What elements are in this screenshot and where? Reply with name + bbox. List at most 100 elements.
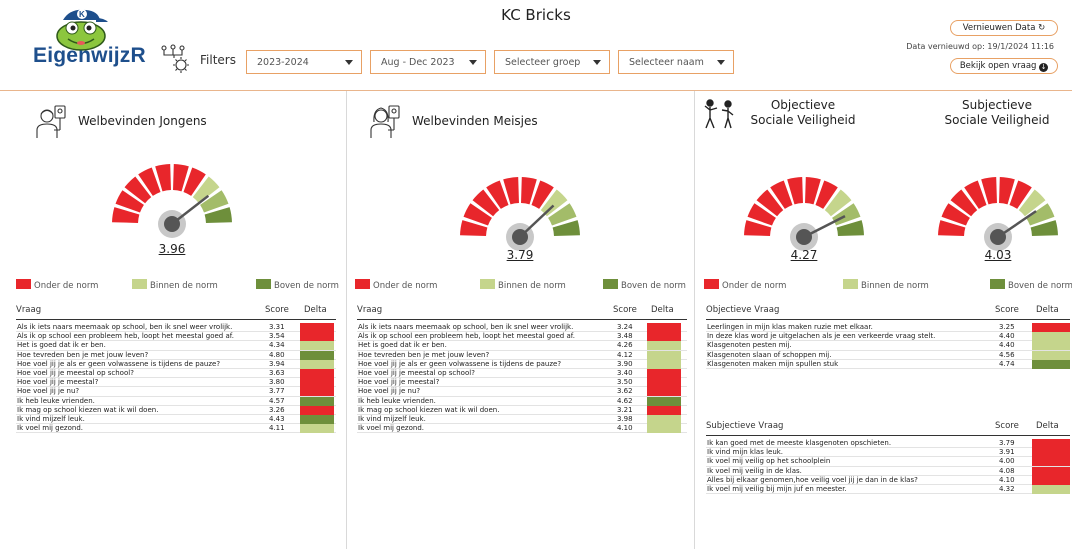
gauge-hub (796, 229, 812, 245)
column-header-score: Score (995, 421, 1019, 431)
score-value: 4.08 (999, 466, 1015, 475)
table-row: Als ik iets naars meemaak op school, ben… (357, 323, 687, 333)
legend-under: Onder de norm (355, 279, 437, 291)
question-text: Alles bij elkaar genomen,hoe veilig voel… (707, 475, 918, 484)
column-header-delta: Delta (1036, 305, 1059, 315)
question-text: Leerlingen in mijn klas maken ruzie met … (707, 323, 873, 331)
data-updated-text: Data vernieuwd op: 19/1/2024 11:16 (906, 42, 1054, 51)
chevron-down-icon (469, 60, 477, 65)
girls-gauge-value: 3.79 (506, 248, 534, 262)
refresh-data-button[interactable]: Vernieuwen Data ↻ (950, 20, 1058, 36)
table-row: Ik mag op school kiezen wat ik wil doen.… (357, 405, 687, 415)
legend-above: Boven de norm (990, 279, 1072, 291)
subjective-gauge-value: 4.03 (984, 248, 1012, 262)
score-value: 4.26 (617, 341, 633, 350)
score-value: 4.34 (269, 341, 285, 350)
period-select[interactable]: Aug - Dec 2023 (370, 50, 486, 74)
table-row: Leerlingen in mijn klas maken ruzie met … (706, 323, 1070, 333)
subjective-questions-table: Subjectieve Vraag Score Delta Ik kan goed m… (706, 421, 1070, 495)
girls-wellbeing-gauge (460, 177, 580, 251)
name-placeholder: Selecteer naam (629, 57, 704, 68)
delta-indicator-within (1032, 332, 1070, 342)
score-value: 3.91 (999, 448, 1015, 457)
question-text: Hoe voel jij je nu? (358, 387, 421, 396)
column-header-delta: Delta (651, 305, 674, 315)
legend-within-label: Binnen de norm (150, 281, 218, 291)
score-value: 3.98 (617, 414, 633, 423)
legend-under-label: Onder de norm (373, 281, 438, 291)
gauge-hub (512, 229, 528, 245)
score-value: 4.43 (269, 414, 285, 423)
legend-above-swatch (256, 279, 271, 289)
score-value: 4.10 (999, 475, 1015, 484)
table-row: Als ik op school een probleem heb, loopt… (16, 332, 336, 342)
score-value: 3.80 (269, 378, 285, 387)
question-text: Klasgenoten maken mijn spullen stuk (707, 359, 839, 368)
name-select[interactable]: Selecteer naam (618, 50, 734, 74)
delta-indicator-within (300, 424, 334, 434)
score-value: 3.79 (999, 439, 1015, 447)
table-header: Subjectieve Vraag Score Delta (706, 421, 1070, 436)
question-text: Ik vind mijzelf leuk. (17, 414, 85, 423)
period-value: Aug - Dec 2023 (381, 57, 455, 68)
question-text: Ik kan goed met de meeste klasgenoten op… (707, 439, 892, 447)
legend-above-label: Boven de norm (621, 281, 686, 291)
question-text: Als ik iets naars meemaak op school, ben… (358, 323, 574, 331)
delta-indicator-under (647, 368, 681, 378)
score-value: 3.50 (617, 378, 633, 387)
table-header: Vraag Score Delta (16, 305, 336, 320)
girls-wellbeing-title: Welbevinden Meisjes (412, 114, 538, 128)
delta-indicator-within (647, 341, 681, 351)
question-text: Klasgenoten pesten mij. (707, 341, 792, 350)
question-text: Hoe tevreden ben je met jouw leven? (358, 350, 490, 359)
boys-gauge-value: 3.96 (158, 242, 186, 256)
delta-indicator-above (300, 350, 334, 360)
delta-indicator-under (647, 323, 681, 332)
boy-person-icon (36, 105, 66, 138)
delta-indicator-under (1032, 439, 1070, 448)
question-text: Ik vind mijn klas leuk. (707, 448, 784, 457)
delta-indicator-within (647, 414, 681, 424)
question-text: Hoe voel jij je meestal op school? (358, 368, 475, 377)
question-text: Ik mag op school kiezen wat ik wil doen. (17, 405, 159, 414)
column-header-delta: Delta (1036, 421, 1059, 431)
question-text: Als ik op school een probleem heb, loopt… (17, 332, 234, 341)
question-text: Ik voel mij veilig bij mijn juf en meest… (707, 484, 847, 493)
question-text: Ik heb leuke vrienden. (358, 396, 436, 405)
delta-indicator-under (300, 332, 334, 342)
refresh-data-label: Vernieuwen Data (962, 23, 1036, 33)
header-divider (0, 90, 1072, 91)
question-text: Klasgenoten slaan of schoppen mij. (707, 350, 832, 359)
table-row: Hoe voel jij je meestal? 3.50 (357, 378, 687, 388)
score-value: 3.25 (999, 323, 1015, 331)
score-value: 3.24 (617, 323, 633, 331)
table-row: Hoe voel jij je als er geen volwassene i… (357, 359, 687, 369)
question-text: Als ik op school een probleem heb, loopt… (358, 332, 575, 341)
group-select[interactable]: Selecteer groep (494, 50, 610, 74)
column-header-q: Vraag (16, 305, 42, 315)
question-text: Ik voel mij veilig in de klas. (707, 466, 802, 475)
column-header-score: Score (265, 305, 289, 315)
table-row: Hoe voel jij je meestal? 3.80 (16, 378, 336, 388)
delta-indicator-above (647, 396, 681, 406)
boys-questions-table: Vraag Score Delta Als ik iets naars meemaak… (16, 305, 336, 434)
table-row: Ik heb leuke vrienden. 4.62 (357, 396, 687, 406)
table-row: Ik heb leuke vrienden. 4.57 (16, 396, 336, 406)
table-row: Als ik op school een probleem heb, loopt… (357, 332, 687, 342)
objective-gauge-value: 4.27 (790, 248, 818, 262)
table-row: Ik vind mijzelf leuk. 3.98 (357, 414, 687, 425)
table-row: Ik mag op school kiezen wat ik wil doen.… (16, 405, 336, 415)
delta-indicator-within (647, 359, 681, 369)
school-year-select[interactable]: 2023-2024 (246, 50, 362, 74)
social-safety-icon (704, 99, 734, 129)
delta-indicator-within (300, 341, 334, 351)
delta-indicator-within (647, 424, 681, 434)
legend-within-swatch (132, 279, 147, 289)
score-value: 4.00 (999, 457, 1015, 466)
table-row: Ik voel mij gezond. 4.10 (357, 424, 687, 434)
question-text: Ik voel mij gezond. (358, 424, 424, 433)
score-value: 3.54 (269, 332, 285, 341)
question-text: Hoe voel jij je als er geen volwassene i… (17, 359, 221, 368)
question-text: Het is goed dat ik er ben. (17, 341, 106, 350)
view-open-question-button[interactable]: Bekijk open vraag ↓ (950, 58, 1058, 74)
